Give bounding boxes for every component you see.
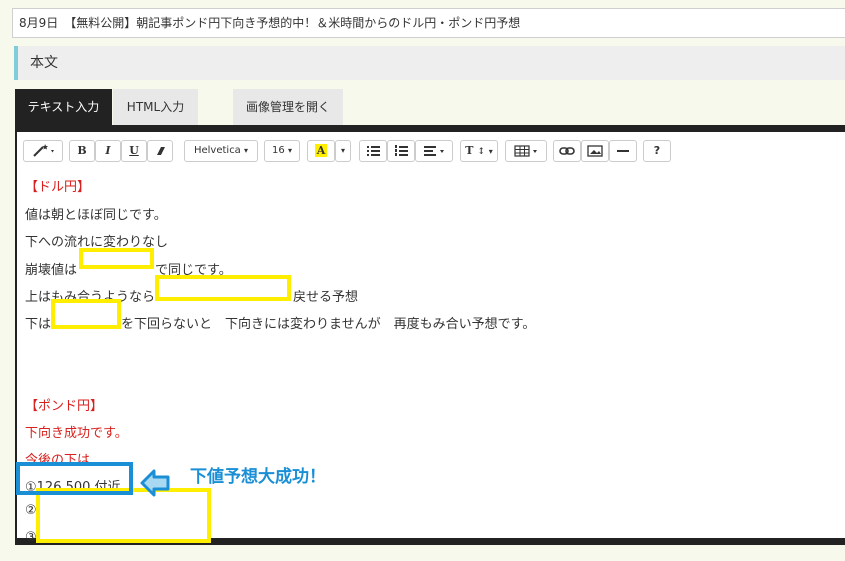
- image-icon: [587, 145, 603, 157]
- font-size-dropdown[interactable]: 16 ▾: [264, 140, 300, 162]
- caret-down-icon: ▾: [488, 146, 493, 156]
- body-section-heading: 本文: [14, 46, 845, 80]
- unordered-list-button[interactable]: [359, 140, 387, 162]
- insert-image-button[interactable]: [581, 140, 609, 162]
- highlight-box: [16, 462, 133, 495]
- content-text: を下回らないと 下向きには変わりませんが 再度もみ合い予想です。: [121, 317, 536, 332]
- tab-html-input[interactable]: HTML入力: [113, 89, 198, 125]
- redaction-box: [155, 275, 291, 301]
- text-color-button[interactable]: A: [307, 140, 335, 162]
- numbered-list-icon: [395, 145, 408, 156]
- usdjpy-heading: 【ドル円】: [25, 180, 91, 195]
- underline-button[interactable]: U: [121, 140, 147, 162]
- line-height-letter: T: [465, 144, 474, 157]
- content-text: 戻せる予想: [293, 290, 359, 305]
- redaction-box: [51, 299, 121, 329]
- text-color-letter: A: [314, 144, 328, 157]
- ordered-list-button[interactable]: [387, 140, 415, 162]
- table-dropdown[interactable]: [505, 140, 547, 162]
- arrow-vertical-icon: ↕: [477, 147, 485, 157]
- content-line: 値は朝とほぼ同じです。: [25, 208, 167, 223]
- caret-down-icon: ▾: [244, 146, 249, 155]
- editor-toolbar: B I U Helvetica ▾ 16 ▾ A ▾ T ↕ ▾ ?: [19, 135, 845, 165]
- clear-format-button[interactable]: [147, 140, 173, 162]
- link-icon: [559, 147, 575, 155]
- caret-down-icon: ▾: [287, 146, 292, 155]
- tab-text-input[interactable]: テキスト入力: [15, 89, 112, 125]
- redaction-box: [79, 248, 154, 269]
- bold-button[interactable]: B: [69, 140, 95, 162]
- magic-wand-icon: [33, 144, 54, 157]
- horizontal-rule-icon: [617, 150, 629, 152]
- help-button[interactable]: ?: [643, 140, 671, 162]
- paragraph-align-dropdown[interactable]: [415, 140, 453, 162]
- font-size-value: 16: [272, 145, 285, 156]
- font-family-value: Helvetica: [193, 145, 241, 156]
- italic-button[interactable]: I: [95, 140, 121, 162]
- target-level-2: ②: [25, 503, 37, 518]
- caret-down-icon: ▾: [340, 146, 345, 155]
- eraser-icon: [157, 147, 165, 155]
- open-image-manager-button[interactable]: 画像管理を開く: [233, 89, 343, 125]
- insert-link-button[interactable]: [553, 140, 581, 162]
- target-level-3: ③: [25, 530, 37, 545]
- arrow-left-icon: [139, 468, 171, 502]
- font-family-dropdown[interactable]: Helvetica ▾: [184, 140, 258, 162]
- bullet-list-icon: [367, 146, 380, 156]
- content-line: 下向き成功です。: [25, 426, 128, 441]
- content-text: 下は: [25, 317, 52, 332]
- content-text: 崩壊値は: [25, 263, 78, 278]
- redaction-box: [36, 488, 211, 543]
- gbpjpy-heading: 【ポンド円】: [25, 399, 104, 414]
- horizontal-rule-button[interactable]: [609, 140, 637, 162]
- line-height-dropdown[interactable]: T ↕ ▾: [460, 140, 498, 162]
- text-color-dropdown-button[interactable]: ▾: [335, 140, 351, 162]
- article-title-field[interactable]: 8月9日 【無料公開】朝記事ポンド円下向き予想的中！＆米時間からのドル円・ポンド…: [12, 8, 845, 38]
- align-left-icon: [424, 146, 444, 156]
- annotation-callout: 下値予想大成功！: [190, 467, 326, 487]
- table-icon: [514, 145, 537, 157]
- style-dropdown-button[interactable]: [23, 140, 63, 162]
